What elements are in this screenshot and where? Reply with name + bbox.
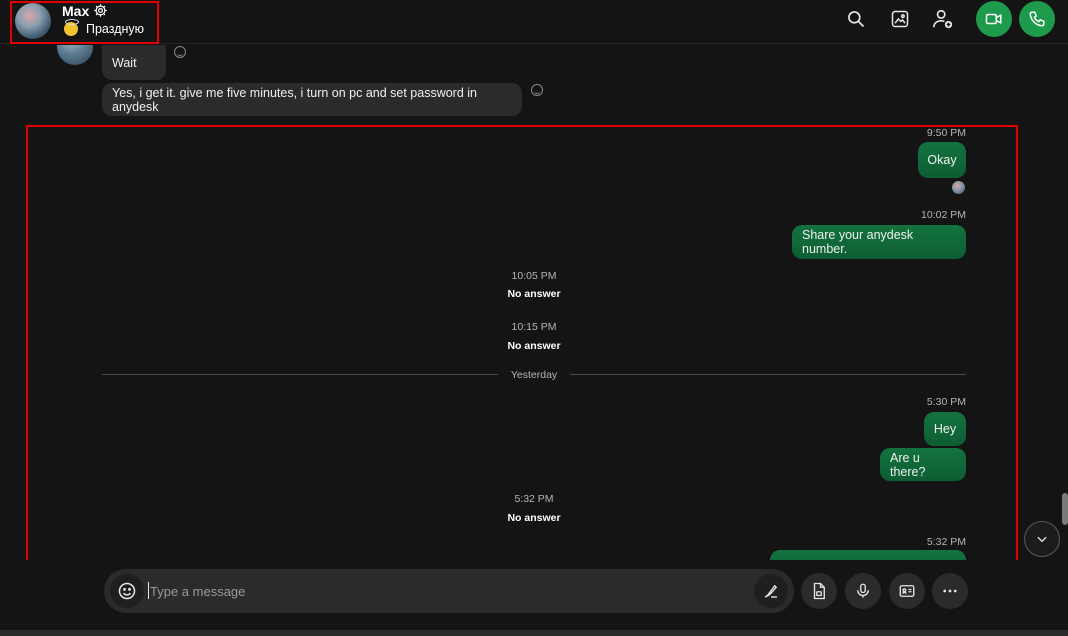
message-input[interactable] xyxy=(150,577,740,605)
file-icon xyxy=(813,582,825,600)
add-people-icon[interactable] xyxy=(930,6,956,32)
message-bubble-outgoing[interactable]: Okay xyxy=(918,142,966,178)
text-caret xyxy=(148,582,149,599)
date-divider-line xyxy=(102,374,498,375)
search-icon[interactable] xyxy=(843,6,869,32)
message-list[interactable]: Wait Yes, i get it. give me five minutes… xyxy=(0,45,1068,560)
pen-icon xyxy=(764,584,778,598)
date-divider-line xyxy=(570,374,966,375)
call-status: No answer xyxy=(507,288,561,300)
message-time: 9:50 PM xyxy=(926,127,966,139)
sender-avatar[interactable] xyxy=(57,45,93,65)
more-options-button[interactable] xyxy=(932,573,968,609)
video-call-icon xyxy=(985,13,1002,25)
message-bubble-outgoing[interactable]: Share your anydesk number. xyxy=(792,225,966,259)
date-divider-label: Yesterday xyxy=(510,369,558,381)
message-bubble-incoming[interactable]: Wait xyxy=(102,45,166,80)
chat-header: Max Праздную xyxy=(0,0,1068,44)
message-text: Are u there? xyxy=(890,450,926,479)
message-text: Wait xyxy=(112,55,137,70)
more-icon xyxy=(943,589,957,593)
message-bubble-outgoing[interactable]: Hey xyxy=(924,412,966,446)
gallery-icon[interactable] xyxy=(887,6,913,32)
call-time: 10:15 PM xyxy=(511,321,557,333)
voice-message-button[interactable] xyxy=(845,573,881,609)
message-time: 10:02 PM xyxy=(921,209,966,221)
contact-card-icon xyxy=(899,585,915,597)
scrollbar-thumb[interactable] xyxy=(1062,493,1068,525)
message-text: Share your anydesk number. xyxy=(802,228,914,256)
file-button[interactable] xyxy=(801,573,837,609)
message-time: 5:30 PM xyxy=(926,396,966,408)
chevron-down-icon xyxy=(1037,536,1047,543)
smiley-icon xyxy=(118,582,136,600)
call-time: 5:32 PM xyxy=(514,493,554,505)
call-status: No answer xyxy=(507,340,561,352)
emoji-button[interactable] xyxy=(110,574,144,608)
message-bubble-incoming[interactable]: Yes, i get it. give me five minutes, i t… xyxy=(102,83,522,116)
contact-highlight-box xyxy=(10,1,159,44)
video-call-button[interactable] xyxy=(976,1,1012,37)
call-status: No answer xyxy=(507,512,561,524)
message-time: 5:32 PM xyxy=(926,536,966,548)
audio-call-button[interactable] xyxy=(1019,1,1055,37)
reaction-icon[interactable] xyxy=(531,84,543,96)
phone-icon xyxy=(1029,11,1045,27)
message-text: Hey xyxy=(933,422,957,436)
draw-button[interactable] xyxy=(754,574,788,608)
reaction-icon[interactable] xyxy=(174,46,186,58)
message-text: Yes, i get it. give me five minutes, i t… xyxy=(112,85,478,114)
read-receipt-avatar xyxy=(952,181,965,194)
scroll-to-bottom-button[interactable] xyxy=(1024,521,1060,557)
message-text: Okay xyxy=(927,153,957,167)
bottom-strip xyxy=(0,630,1068,636)
message-composer xyxy=(104,569,794,613)
message-bubble-outgoing[interactable]: Are u there? xyxy=(880,448,966,481)
contact-card-button[interactable] xyxy=(889,573,925,609)
microphone-icon xyxy=(857,583,869,598)
call-time: 10:05 PM xyxy=(511,270,557,282)
message-bubble-outgoing[interactable] xyxy=(770,550,966,560)
